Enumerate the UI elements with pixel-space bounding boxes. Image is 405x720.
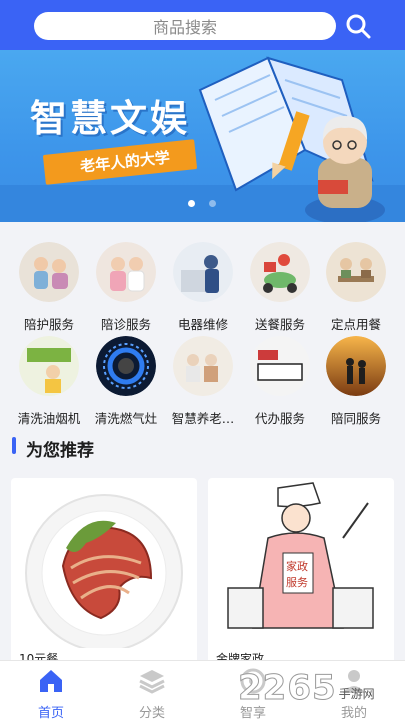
yanglao-icon — [173, 336, 233, 396]
section-accent-bar — [12, 437, 16, 454]
service-item-peitong[interactable]: 陪同服务 — [318, 336, 394, 427]
service-item-peihu[interactable]: 陪护服务 — [11, 242, 87, 333]
peizhen-icon — [96, 242, 156, 302]
dingdian-icon — [326, 242, 386, 302]
service-label: 陪护服务 — [23, 317, 74, 332]
recommend-header: 为您推荐 — [0, 432, 405, 462]
layers-icon — [139, 670, 165, 694]
service-item-daiban[interactable]: 代办服务 — [242, 336, 318, 427]
peitong-icon — [326, 336, 386, 396]
service-item-songcan[interactable]: 送餐服务 — [242, 242, 318, 333]
tab-label: 分类 — [138, 706, 165, 720]
service-label: 陪同服务 — [330, 411, 381, 426]
search-placeholder: 商品搜索 — [152, 18, 217, 37]
banner-title: 智慧文娱 — [30, 97, 190, 140]
watermark-number: 2265 — [238, 668, 337, 709]
carousel-dot-2[interactable] — [209, 200, 216, 207]
service-label: 陪诊服务 — [100, 317, 151, 332]
recommend-card-housekeeping[interactable]: 家政 服务 金牌家政 — [208, 478, 394, 668]
service-item-yanglao[interactable]: 智慧养老… — [165, 336, 241, 427]
songcan-icon — [250, 242, 310, 302]
home-icon — [40, 670, 62, 692]
dianqi-icon — [173, 242, 233, 302]
tab-home[interactable]: 首页 — [21, 667, 81, 720]
tab-category[interactable]: 分类 — [122, 667, 182, 720]
service-item-youyanji[interactable]: 清洗油烟机 — [11, 336, 87, 427]
service-label: 代办服务 — [254, 411, 305, 426]
service-label: 定点用餐 — [330, 317, 381, 332]
tab-label: 首页 — [37, 706, 64, 720]
search-icon[interactable] — [344, 12, 372, 40]
peihu-icon — [19, 242, 79, 302]
daiban-icon — [250, 336, 310, 396]
svg-text:家政: 家政 — [286, 559, 308, 573]
meal-image — [25, 494, 183, 652]
service-label: 送餐服务 — [254, 317, 305, 332]
service-item-dianqi[interactable]: 电器维修 — [165, 242, 241, 333]
recommend-card-meal[interactable]: 10元餐 — [11, 478, 197, 668]
service-label: 电器维修 — [177, 317, 228, 332]
youyanji-icon — [19, 336, 79, 396]
service-item-dingdian[interactable]: 定点用餐 — [318, 242, 394, 333]
site-watermark: 2265 手游网 — [238, 666, 375, 710]
header-bar: 商品搜索 — [0, 0, 405, 50]
ranqizao-icon — [96, 336, 156, 396]
service-label: 清洗燃气灶 — [94, 411, 158, 426]
housekeeping-image: 家政 服务 — [227, 482, 374, 629]
carousel-dot-1[interactable] — [188, 200, 195, 207]
service-label: 智慧养老… — [171, 411, 235, 426]
section-title: 为您推荐 — [26, 441, 94, 461]
service-item-peizhen[interactable]: 陪诊服务 — [88, 242, 164, 333]
service-label: 清洗油烟机 — [17, 411, 81, 426]
service-item-ranqizao[interactable]: 清洗燃气灶 — [88, 336, 164, 427]
svg-text:服务: 服务 — [286, 576, 308, 589]
service-grid: 陪护服务 陪诊服务 电器维修 送餐服务 定点用餐 清洗油烟机 清洗燃气灶 智慧养… — [0, 232, 405, 426]
search-input[interactable]: 商品搜索 — [34, 12, 336, 40]
promo-banner[interactable]: 智慧文娱 老年人的大学 — [0, 50, 405, 222]
watermark-site: 手游网 — [338, 686, 375, 701]
